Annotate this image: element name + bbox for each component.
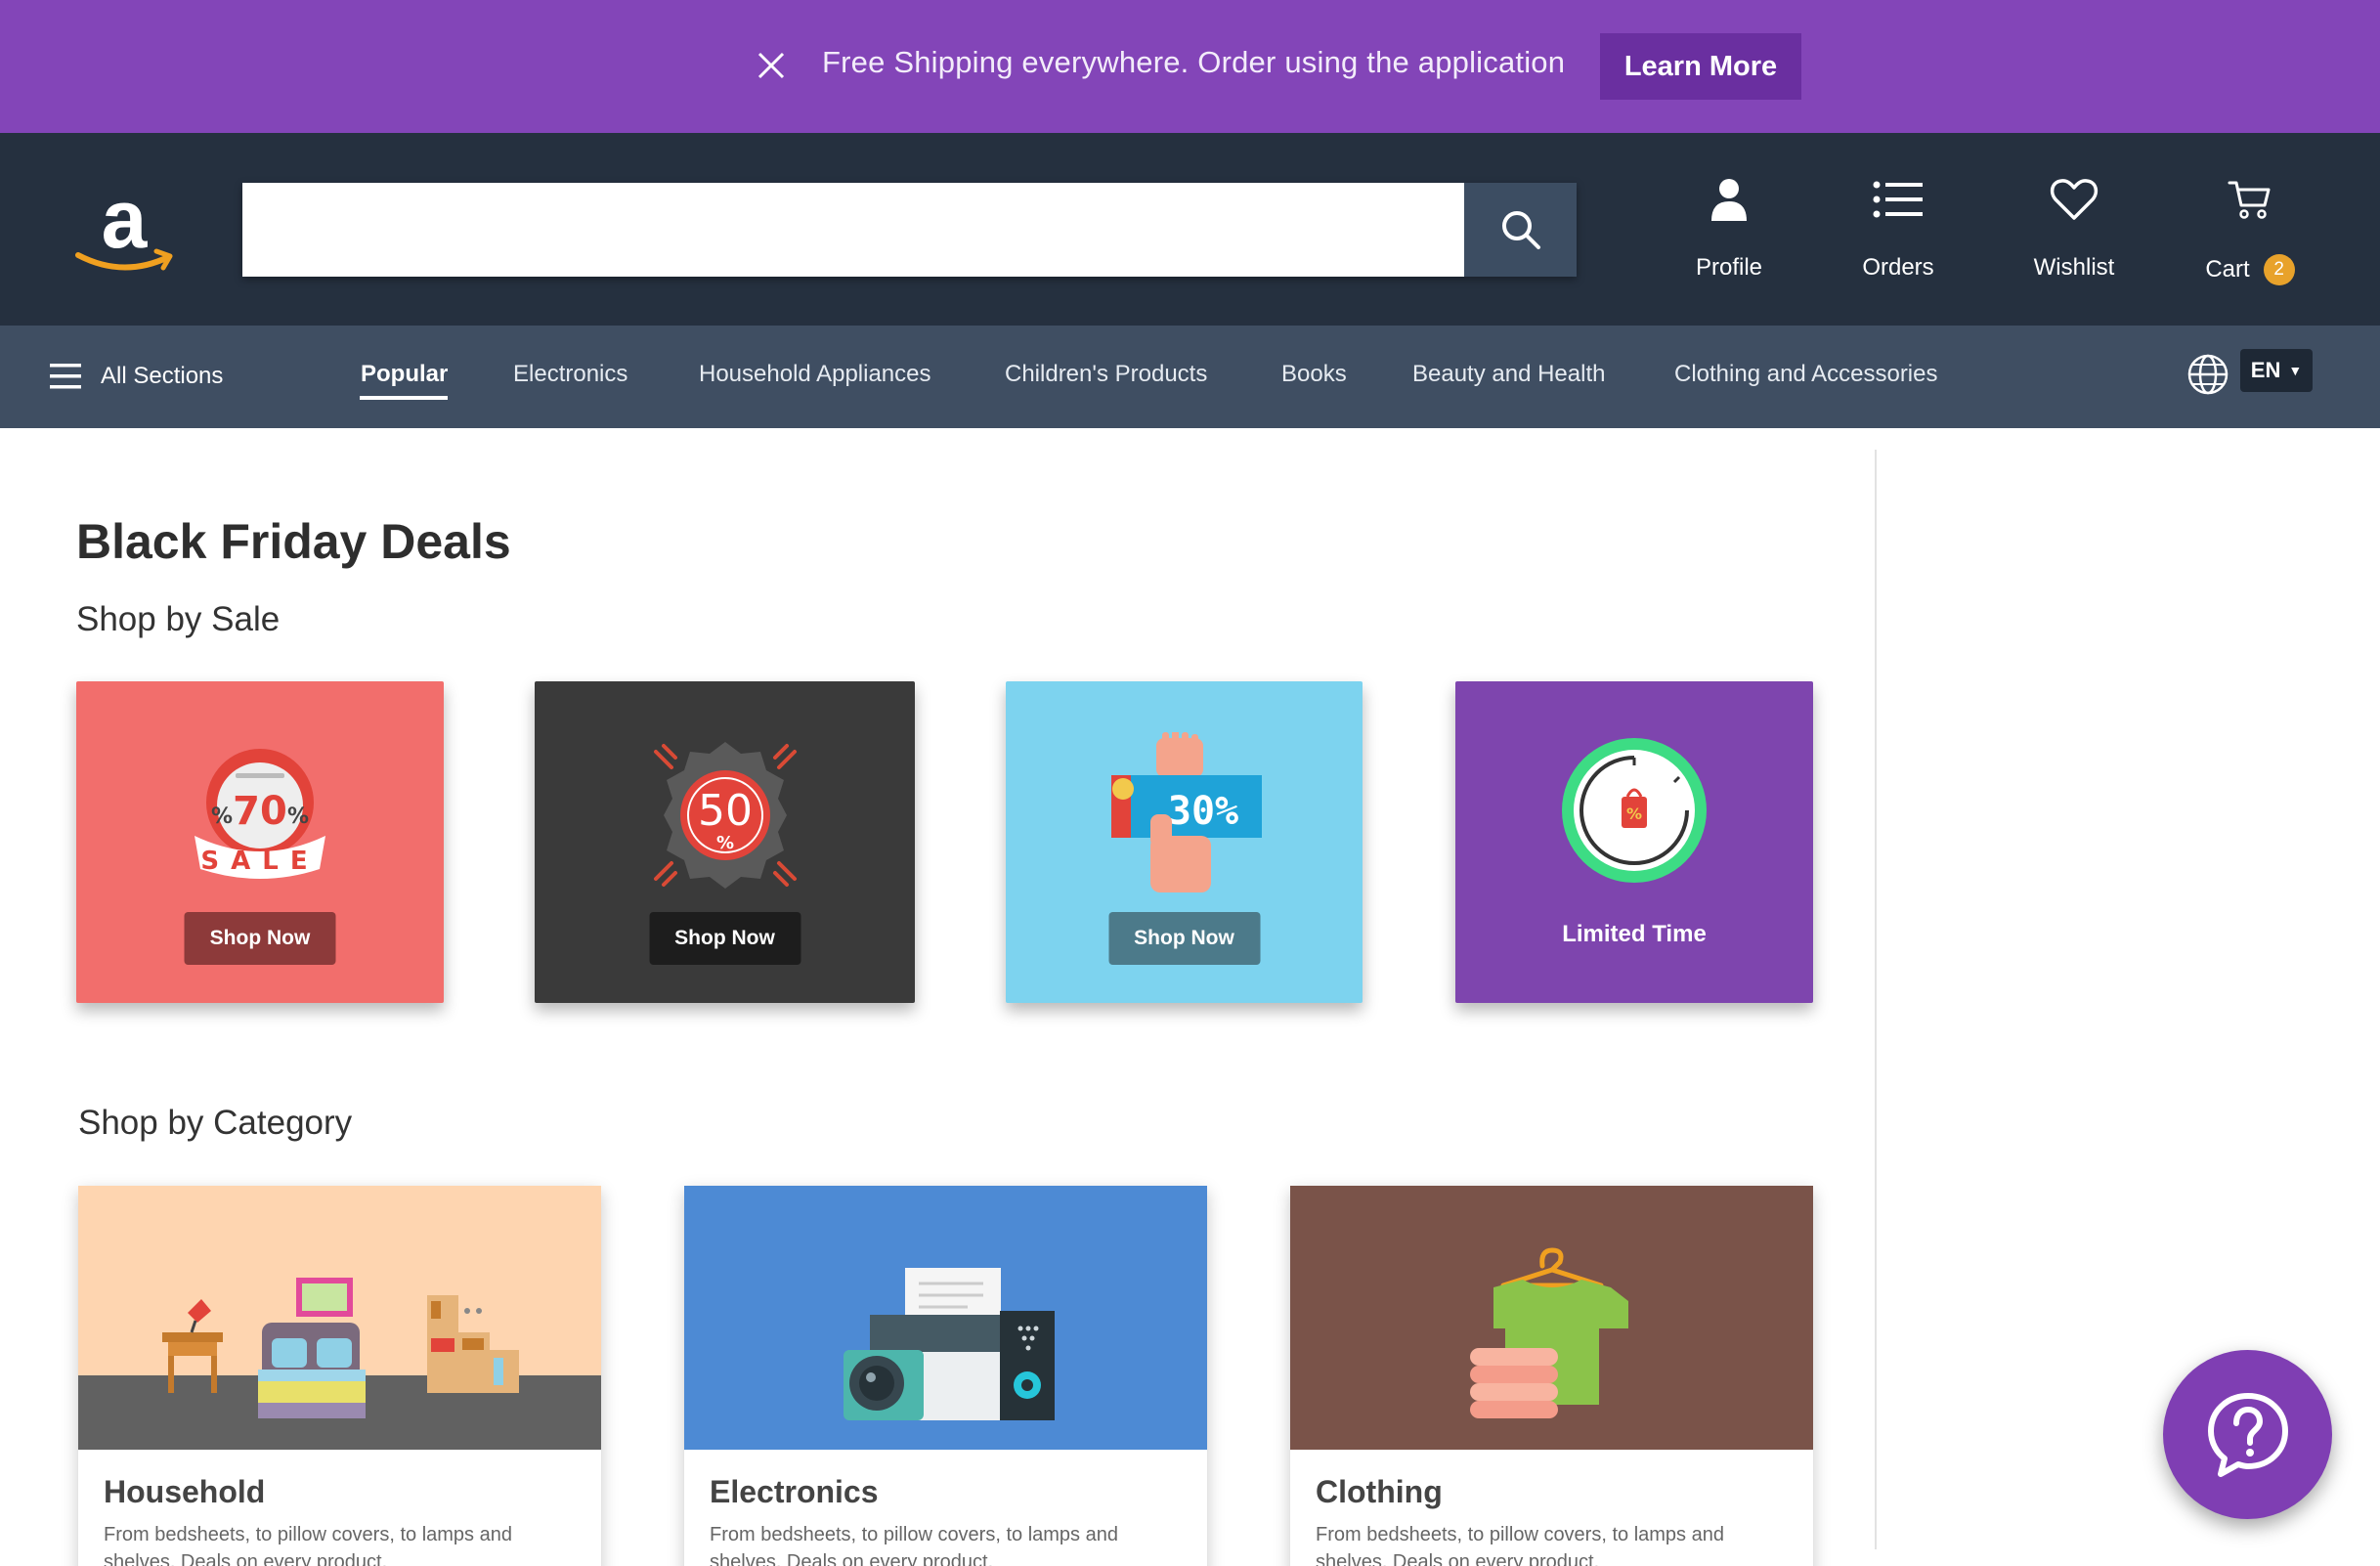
tab-household-appliances[interactable]: Household Appliances [699,361,931,388]
category-title: Clothing [1316,1474,1443,1509]
hamburger-icon [50,364,81,389]
search-input[interactable] [242,183,1464,277]
promo-message: Free Shipping everywhere. Order using th… [822,45,1566,79]
help-chat-button[interactable] [2163,1350,2332,1519]
clock-icon: % [1562,738,1707,883]
shop-now-button[interactable]: Shop Now [1108,912,1260,965]
sale-70-sub: SALE [200,847,319,876]
tab-electronics[interactable]: Electronics [513,361,627,388]
category-nav: All Sections Popular Electronics Househo… [0,326,2380,428]
caret-down-icon: ▼ [2288,363,2303,378]
shop-now-button[interactable]: Shop Now [184,912,336,965]
search-icon [1501,211,1540,249]
category-description: From bedsheets, to pillow covers, to lam… [104,1524,512,1566]
cart-count-badge: 2 [2263,254,2295,285]
globe-icon[interactable] [2186,353,2229,396]
sale-70-text: 70 [233,789,287,834]
promo-banner: Free Shipping everywhere. Order using th… [0,0,2380,133]
all-sections-button[interactable]: All Sections [50,355,223,398]
category-section-title: Shop by Category [78,1104,353,1142]
sale-50-text: 50 [698,786,753,836]
tab-popular[interactable]: Popular [361,361,448,388]
category-card-clothing[interactable]: Clothing From bedsheets, to pillow cover… [1290,1186,1813,1566]
tab-childrens-products[interactable]: Children's Products [1005,361,1207,388]
household-illustration [78,1186,601,1450]
cart-label: Cart 2 [2205,254,2295,285]
cart-nav[interactable]: Cart 2 [2172,172,2328,289]
sale-card-70[interactable]: 70 % % SALE Shop Now [76,681,444,1003]
profile-label: Profile [1695,254,1763,281]
sale-50-badge-icon: 50 % [653,742,797,889]
svg-text:a: a [102,177,149,265]
tab-clothing-and-accessories[interactable]: Clothing and Accessories [1674,361,1937,388]
category-card-household[interactable]: Household From bedsheets, to pillow cove… [78,1186,601,1566]
language-value: EN [2250,358,2281,382]
sale-70-badge-icon: 70 % % SALE [195,749,325,879]
heart-icon [2050,179,2099,220]
search-bar [242,183,1577,277]
cart-text: Cart [2205,256,2250,283]
bedroom-icon [78,1278,601,1450]
clothing-illustration [1290,1186,1813,1450]
svg-text:%: % [1626,805,1642,823]
tab-beauty-and-health[interactable]: Beauty and Health [1412,361,1605,388]
sale-50-sub: % [715,833,733,853]
cart-icon [2228,181,2271,219]
amazon-logo[interactable]: a [72,177,180,284]
page-title: Black Friday Deals [76,514,511,569]
electronics-illustration [684,1186,1207,1450]
category-card-electronics[interactable]: Electronics From bedsheets, to pillow co… [684,1186,1207,1566]
sidebar-divider [1875,450,1877,1549]
svg-text:%: % [287,805,309,829]
active-tab-indicator [360,396,448,400]
all-sections-label: All Sections [101,363,224,389]
sale-card-limited-time[interactable]: % Limited Time [1455,681,1813,1003]
sale-30-text: 30% [1167,789,1237,834]
category-description: From bedsheets, to pillow covers, to lam… [1316,1524,1724,1566]
category-title: Electronics [710,1474,879,1509]
wishlist-label: Wishlist [2033,254,2115,281]
category-title: Household [104,1474,266,1509]
sale-card-30[interactable]: 30% Shop Now [1006,681,1363,1003]
help-question-icon [2207,1392,2288,1477]
learn-more-button[interactable]: Learn More [1600,33,1801,100]
sale-card-50[interactable]: 50 % Shop Now [535,681,915,1003]
user-icon [1711,179,1747,221]
shop-now-button[interactable]: Shop Now [649,912,801,965]
profile-nav[interactable]: Profile [1651,172,1807,289]
wishlist-nav[interactable]: Wishlist [1996,172,2152,289]
orders-label: Orders [1862,254,1934,281]
tab-books[interactable]: Books [1281,361,1347,388]
svg-text:%: % [211,805,233,829]
category-description: From bedsheets, to pillow covers, to lam… [710,1524,1118,1566]
close-icon[interactable] [755,49,788,82]
tshirt-hanger-icon [1470,1247,1628,1418]
printer-camera-icon [844,1268,1055,1420]
orders-nav[interactable]: Orders [1820,172,1976,289]
site-header: a Profile Orders Wishlist Cart 2 [0,133,2380,326]
search-button[interactable] [1464,183,1577,277]
sale-section-title: Shop by Sale [76,600,281,638]
limited-time-label: Limited Time [1562,921,1707,947]
list-icon [1873,181,1923,218]
sale-30-coupon-icon: 30% [1110,732,1262,892]
language-selector[interactable]: EN ▼ [2240,349,2313,392]
